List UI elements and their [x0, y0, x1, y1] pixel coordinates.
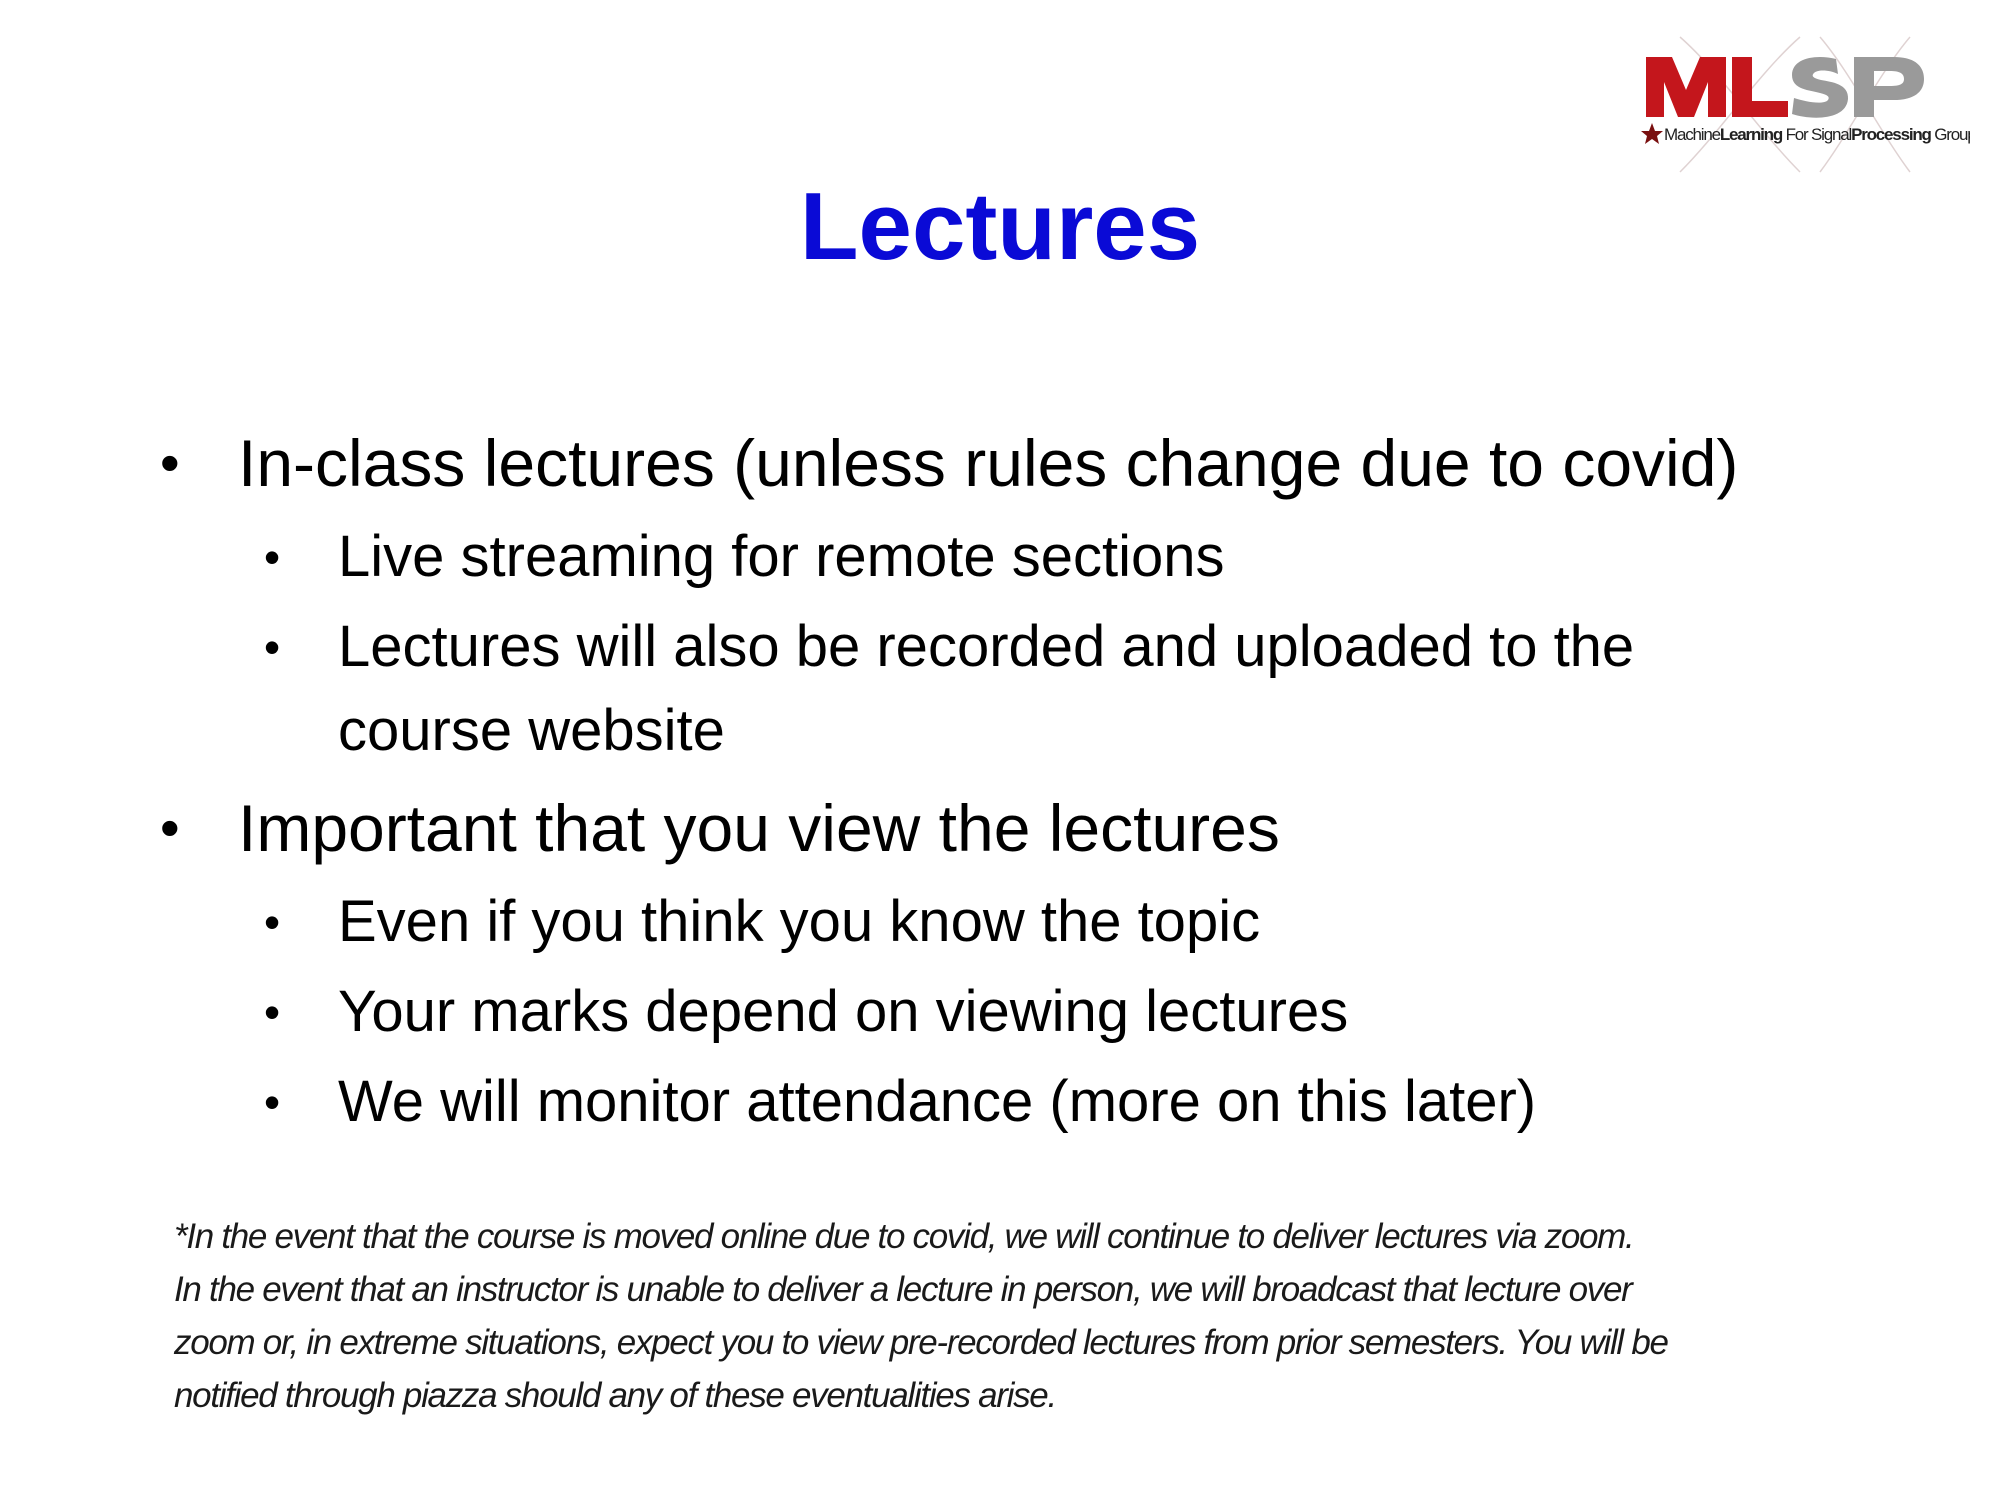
- bullet-2-sub-2-text: Your marks depend on viewing lectures: [338, 979, 1349, 1044]
- sub-bullet-glyph: •: [264, 986, 281, 1038]
- bullet-2-sub-3-text: We will monitor attendance (more on this…: [338, 1069, 1537, 1134]
- bullet-2-sub-1-text: Even if you think you know the topic: [338, 889, 1261, 954]
- footnote-line-3: zoom or, in extreme situations, expect y…: [174, 1323, 1669, 1362]
- sub-bullet-glyph: •: [264, 531, 281, 583]
- sub-bullet-glyph: •: [264, 1076, 281, 1128]
- bullet-1-text: In-class lectures (unless rules change d…: [238, 426, 1739, 500]
- footnote-line-4: notified through piazza should any of th…: [174, 1376, 1057, 1415]
- bullet-1-sub-2-line-1: Lectures will also be recorded and uploa…: [338, 614, 1635, 679]
- bullet-glyph: •: [160, 796, 180, 859]
- footnote-line-1: *In the event that the course is moved o…: [174, 1217, 1635, 1256]
- bullet-1-sub-1-text: Live streaming for remote sections: [338, 524, 1225, 589]
- bullet-1-sub-2-line-2: course website: [338, 698, 725, 763]
- bullet-glyph: •: [160, 431, 180, 494]
- sub-bullet-glyph: •: [264, 896, 281, 948]
- footnote-line-2: In the event that an instructor is unabl…: [174, 1270, 1633, 1309]
- footnote: *In the event that the course is moved o…: [174, 1210, 1874, 1422]
- bullet-2-text: Important that you view the lectures: [238, 791, 1280, 865]
- sub-bullet-glyph: •: [264, 621, 281, 673]
- slide: MachineLearning For SignalProcessing Gro…: [0, 0, 2000, 1500]
